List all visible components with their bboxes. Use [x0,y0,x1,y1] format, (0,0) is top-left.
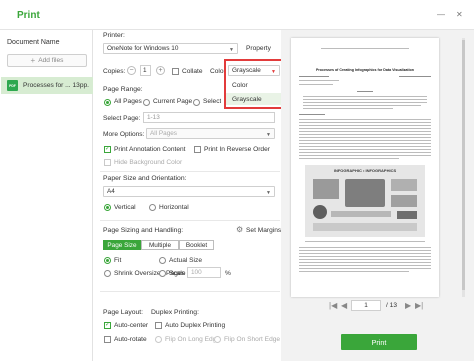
flip-short-edge-radio[interactable] [214,336,221,343]
document-name-heading: Document Name [7,39,60,46]
flip-long-edge-radio[interactable] [155,336,162,343]
color-option-color[interactable]: Color [226,79,282,91]
more-options-label: More Options: [103,131,145,138]
tab-page-size[interactable]: Page Size [103,240,141,250]
duplex-printing-label: Duplex Printing: [151,309,199,316]
page-layout-label: Page Layout: [103,309,144,316]
add-files-label: Add files [38,57,64,64]
title-bar [0,0,474,30]
paper-size-select[interactable]: A4 ▼ [103,186,275,197]
print-annotation-label: Print Annotation Content [114,146,186,153]
select-page-label: Select Page: [103,115,141,122]
page-total: / 13 [386,302,397,309]
copies-label: Copies: [103,68,126,75]
shrink-oversized-radio[interactable] [104,270,111,277]
print-annotation-checkbox[interactable]: ✓ [104,146,111,153]
preview-scrollbar-thumb[interactable] [462,40,465,290]
close-button[interactable]: ✕ [456,11,463,19]
collate-label: Collate [182,68,203,75]
auto-rotate-label: Auto-rotate [114,336,147,343]
paper-size-label: Paper Size and Orientation: [103,175,187,182]
section-divider [100,291,280,292]
horizontal-label: Horizontal [159,204,189,211]
more-options-value: All Pages [150,130,177,137]
copies-input[interactable]: 1 [140,65,151,76]
scale-unit: % [225,270,231,277]
page-number-input[interactable]: 1 [351,300,381,311]
collate-checkbox[interactable] [172,68,179,75]
preview-figure-title: INFOGRAPHIC • INFOGRAPHICS [333,168,397,173]
chevron-down-icon: ▼ [266,189,271,196]
print-button[interactable]: Print [341,334,417,350]
printer-select[interactable]: OneNote for Windows 10 ▼ [103,43,238,54]
color-select-value: Grayscale [232,67,261,74]
auto-duplex-label: Auto Duplex Printing [165,322,226,329]
page-range-label: Page Range: [103,86,143,93]
minimize-button[interactable]: — [437,11,445,19]
all-pages-radio[interactable] [104,99,111,106]
decrement-copies-button[interactable]: − [127,66,136,75]
selection-label: Selection [203,98,221,105]
reverse-order-checkbox[interactable] [194,146,201,153]
flip-long-edge-label: Flip On Long Edge [165,336,220,343]
chevron-down-icon: ▼ [266,131,271,138]
actual-size-radio[interactable] [159,257,166,264]
increment-copies-button[interactable]: + [156,66,165,75]
page-preview: Processes of Creating Infographics for D… [291,38,439,297]
paper-size-value: A4 [107,188,115,195]
horizontal-radio[interactable] [149,204,156,211]
section-divider [100,220,280,221]
hide-background-label: Hide Background Color [114,159,183,166]
last-page-icon[interactable]: ▶| [415,301,423,310]
flip-short-edge-label: Flip On Short Edge [224,336,281,343]
chevron-down-icon: ▼ [271,68,276,75]
reverse-order-label: Print In Reverse Order [204,146,270,153]
current-page-radio[interactable] [143,99,150,106]
pdf-file-icon: PDF [7,80,18,91]
auto-duplex-checkbox[interactable] [155,322,162,329]
scale-input[interactable]: 100 [187,267,221,278]
vertical-radio[interactable] [104,204,111,211]
color-option-grayscale[interactable]: Grayscale [226,93,282,105]
fit-radio[interactable] [104,257,111,264]
chevron-down-icon: ▼ [229,46,234,53]
previous-page-icon[interactable]: ◀ [341,301,347,310]
gear-icon: ⚙ [236,225,244,234]
property-button[interactable]: Property [246,45,271,52]
auto-center-label: Auto-center [114,322,149,329]
actual-size-label: Actual Size [169,257,202,264]
vertical-label: Vertical [114,204,136,211]
add-files-button[interactable]: + Add files [7,54,87,67]
scale-radio[interactable] [159,270,166,277]
auto-rotate-checkbox[interactable] [104,336,111,343]
current-page-label: Current Page [153,98,193,105]
color-select[interactable]: Grayscale ▼ [228,65,280,76]
tab-booklet[interactable]: Booklet [179,240,214,250]
file-list-item[interactable]: PDF Processes for ... 13pp. [1,77,93,94]
tab-multiple[interactable]: Multiple [141,240,179,250]
more-options-select[interactable]: All Pages ▼ [146,128,275,139]
set-margins-button[interactable]: Set Margins [246,227,281,234]
fit-label: Fit [114,257,122,264]
plus-icon: + [30,56,36,65]
auto-center-checkbox[interactable]: ✓ [104,322,111,329]
section-divider [100,171,280,172]
all-pages-label: All Pages [114,98,142,105]
printer-label: Printer: [103,32,125,39]
scale-label: Scale [169,270,186,277]
printer-select-value: OneNote for Windows 10 [107,45,179,52]
preview-document-title: Processes of Creating Infographics for D… [316,68,414,72]
file-name: Processes for ... [23,82,71,89]
page-sizing-label: Page Sizing and Handling: [103,227,184,234]
hide-background-checkbox[interactable] [104,159,111,166]
window-title: Print [17,10,40,21]
next-page-icon[interactable]: ▶ [405,301,411,310]
first-page-icon[interactable]: |◀ [329,301,337,310]
selection-radio[interactable] [193,99,200,106]
preview-infographic-figure: INFOGRAPHIC • INFOGRAPHICS [305,165,425,237]
file-page-count: 13pp. [72,82,89,89]
select-page-input[interactable]: 1-13 [143,112,275,123]
